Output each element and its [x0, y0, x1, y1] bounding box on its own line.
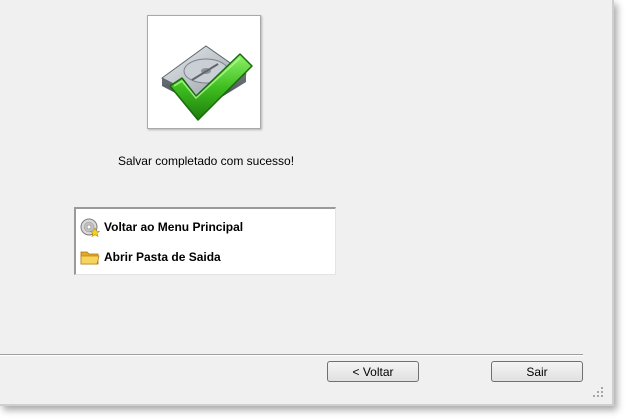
hero-image-frame — [147, 15, 261, 129]
action-label: Abrir Pasta de Saida — [104, 250, 221, 264]
folder-icon — [80, 247, 100, 267]
dialog-window: Salvar completado com sucesso! Voltar ao… — [0, 0, 614, 406]
action-label: Voltar ao Menu Principal — [104, 220, 244, 234]
hard-disk-check-icon — [161, 45, 253, 121]
resize-grip-icon[interactable] — [591, 385, 605, 399]
back-button[interactable]: < Voltar — [327, 361, 419, 382]
action-open-output-folder[interactable]: Abrir Pasta de Saida — [80, 245, 330, 269]
status-message: Salvar completado com sucesso! — [117, 154, 295, 168]
disc-star-icon — [80, 217, 101, 238]
exit-button[interactable]: Sair — [491, 361, 583, 382]
footer-separator — [0, 354, 583, 356]
actions-list: Voltar ao Menu Principal Abrir Pasta de … — [74, 207, 336, 275]
action-back-to-main-menu[interactable]: Voltar ao Menu Principal — [80, 215, 330, 239]
